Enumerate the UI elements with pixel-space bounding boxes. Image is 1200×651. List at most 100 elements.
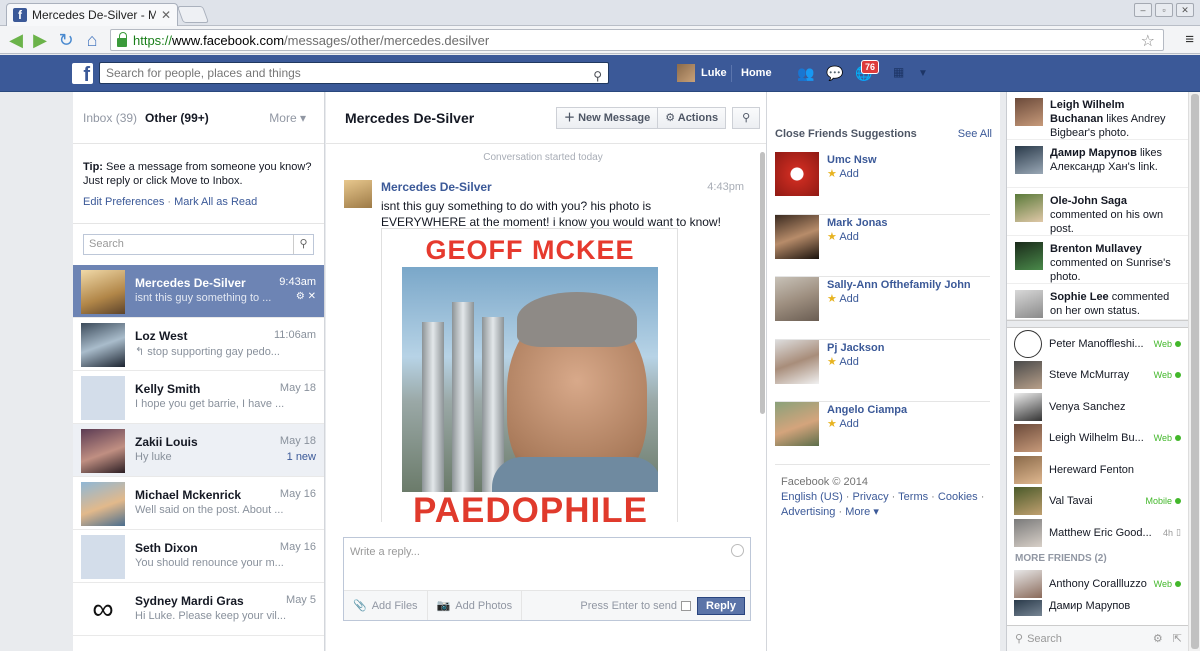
facebook-logo-icon[interactable]: f (72, 63, 93, 86)
search-conversation-button[interactable]: ⚲ (732, 107, 761, 129)
reply-composer[interactable]: Write a reply... 📎 Add Files 📷 Add Photos … (343, 537, 751, 621)
new-message-button[interactable]: ＋ New Message (556, 107, 659, 129)
thread-search-input[interactable]: Search ⚲ (83, 234, 314, 255)
footer-link-cookies[interactable]: Cookies (938, 491, 978, 503)
add-close-friend-button[interactable]: ★ Add (827, 230, 859, 243)
new-tab-button[interactable] (176, 6, 210, 23)
search-icon[interactable]: ⚲ (593, 66, 602, 86)
list-item[interactable]: Kelly Smith I hope you get barrie, I hav… (73, 371, 324, 424)
emoji-icon[interactable] (731, 544, 744, 557)
profile-link[interactable]: Luke (677, 64, 727, 82)
copyright: Facebook © 2014 (781, 475, 868, 488)
tab-inbox[interactable]: Inbox (39) (83, 111, 137, 125)
avatar[interactable] (344, 180, 372, 208)
forward-arrow-icon[interactable]: ▶ (30, 30, 50, 50)
footer-link-advertising[interactable]: Advertising (781, 506, 835, 518)
ticker-item[interactable]: Дамир Марупов likes Александр Хан's link… (1007, 140, 1188, 188)
bookmark-star-icon[interactable]: ☆ (1141, 31, 1155, 51)
suggestion-name[interactable]: Sally-Ann Ofthefamily John (827, 279, 971, 291)
maximize-button[interactable]: ▫ (1155, 3, 1173, 17)
add-close-friend-button[interactable]: ★ Add (827, 355, 859, 368)
suggestion-name[interactable]: Mark Jonas (827, 217, 888, 229)
minimize-button[interactable]: – (1134, 3, 1152, 17)
ticker-name: Ole-John Saga (1050, 195, 1128, 207)
ticker-item[interactable]: Ole-John Saga commented on his own post. (1007, 188, 1188, 236)
messages-icon[interactable]: 💬 (826, 65, 843, 82)
suggestion-name[interactable]: Umc Nsw (827, 154, 877, 166)
suggestion-name[interactable]: Pj Jackson (827, 342, 884, 354)
privacy-shortcuts-icon[interactable]: ▦ (893, 65, 904, 79)
add-close-friend-button[interactable]: ★ Add (827, 417, 859, 430)
press-enter-checkbox[interactable] (681, 600, 692, 611)
chat-friend[interactable]: Hereward Fenton (1007, 454, 1188, 486)
footer-link-terms[interactable]: Terms (898, 491, 928, 503)
settings-icon[interactable]: ⚙ (296, 291, 305, 302)
suggestion-name[interactable]: Angelo Ciampa (827, 404, 907, 416)
browser-menu-icon[interactable]: ≡ (1185, 31, 1194, 48)
chat-friend[interactable]: Matthew Eric Good... 4h ▯ (1007, 517, 1188, 549)
avatar[interactable] (775, 402, 819, 446)
avatar[interactable] (775, 339, 819, 384)
ticker-item[interactable]: Brenton Mullavey commented on Sunrise's … (1007, 236, 1188, 284)
home-icon[interactable]: ⌂ (82, 30, 102, 50)
tab-other[interactable]: Other (99+) (145, 111, 209, 125)
footer-link-language[interactable]: English (US) (781, 491, 843, 503)
close-window-button[interactable]: ✕ (1176, 3, 1194, 17)
actions-button[interactable]: ⚙ Actions (658, 107, 727, 129)
more-dropdown[interactable]: More ▾ (269, 111, 306, 125)
avatar[interactable] (775, 277, 819, 321)
reply-placeholder: Write a reply... (350, 546, 420, 558)
message-photo[interactable]: GEOFF MCKEE PAEDOPHILE (381, 228, 678, 522)
add-close-friend-button[interactable]: ★ Add (827, 167, 859, 180)
list-item[interactable]: Mercedes De-Silver isnt this guy somethi… (73, 265, 324, 318)
mark-all-read-link[interactable]: Mark All as Read (174, 196, 257, 208)
home-link[interactable]: Home (741, 67, 772, 79)
avatar[interactable] (775, 214, 819, 259)
chat-popout-icon[interactable]: ⇱ (1173, 632, 1182, 645)
friend-requests-icon[interactable]: 👥 (797, 65, 814, 82)
footer-link-privacy[interactable]: Privacy (853, 491, 889, 503)
scroll-thumb[interactable] (1191, 94, 1199, 649)
url-field[interactable]: https://www.facebook.com/messages/other/… (110, 29, 1164, 51)
press-enter-toggle[interactable]: Press Enter to send (580, 600, 692, 612)
conversation-scrollbar[interactable] (759, 152, 766, 522)
see-all-link[interactable]: See All (958, 128, 992, 152)
footer-link-more[interactable]: More ▾ (845, 506, 879, 518)
close-tab-icon[interactable]: ✕ (161, 8, 171, 22)
close-icon[interactable]: ✕ (308, 291, 316, 302)
thread-time: 11:06am (274, 329, 316, 341)
scroll-thumb[interactable] (760, 152, 765, 414)
list-item[interactable]: ∞ Sydney Mardi Gras Hi Luke. Please keep… (73, 583, 324, 636)
chat-search-input[interactable]: ⚲ Search ⚙ ⇱ (1007, 625, 1188, 651)
list-item[interactable]: Michael Mckenrick Well said on the post.… (73, 477, 324, 530)
reload-icon[interactable]: ↻ (56, 30, 76, 50)
list-item[interactable]: Zakii Louis Hy luke May 18 1 new (73, 424, 324, 477)
search-icon[interactable]: ⚲ (293, 235, 313, 254)
reply-button[interactable]: Reply (697, 596, 745, 615)
message-author[interactable]: Mercedes De-Silver (381, 180, 492, 194)
chat-friend[interactable]: Peter Manoffleshi... Web (1007, 328, 1188, 360)
chat-settings-icon[interactable]: ⚙ (1153, 632, 1163, 645)
ticker-item[interactable]: Leigh Wilhelm Buchanan likes Andrey Bigb… (1007, 92, 1188, 140)
edit-preferences-link[interactable]: Edit Preferences (83, 196, 164, 208)
status-label: Mobile (1145, 496, 1172, 507)
page-scrollbar[interactable] (1188, 92, 1200, 651)
chat-friend[interactable]: Leigh Wilhelm Bu... Web (1007, 423, 1188, 455)
global-search-input[interactable]: Search for people, places and things ⚲ (99, 62, 609, 84)
add-photos-button[interactable]: 📷 Add Photos (428, 591, 523, 620)
list-item[interactable]: Loz West ↰ stop supporting gay pedo... 1… (73, 318, 324, 371)
chat-friend[interactable]: Anthony Corallluzzo Web (1007, 569, 1188, 601)
chat-friend[interactable]: Steve McMurray Web (1007, 360, 1188, 392)
ticker-item[interactable]: Sophie Lee commented on her own status. (1007, 284, 1188, 320)
add-files-button[interactable]: 📎 Add Files (344, 591, 428, 620)
add-close-friend-button[interactable]: ★ Add (827, 292, 859, 305)
back-arrow-icon[interactable]: ◀ (6, 30, 26, 50)
chat-friend[interactable]: Venya Sanchez (1007, 391, 1188, 423)
avatar[interactable] (775, 152, 819, 196)
ticker-resize-handle[interactable] (1007, 320, 1188, 328)
chat-friend[interactable]: Дамир Марупов (1007, 600, 1188, 616)
account-menu-chevron-icon[interactable]: ▼ (918, 68, 928, 79)
chat-friend[interactable]: Val Tavai Mobile (1007, 486, 1188, 518)
browser-tab[interactable]: f Mercedes De-Silver - Mess ✕ (6, 3, 178, 26)
list-item[interactable]: Seth Dixon You should renounce your m...… (73, 530, 324, 583)
